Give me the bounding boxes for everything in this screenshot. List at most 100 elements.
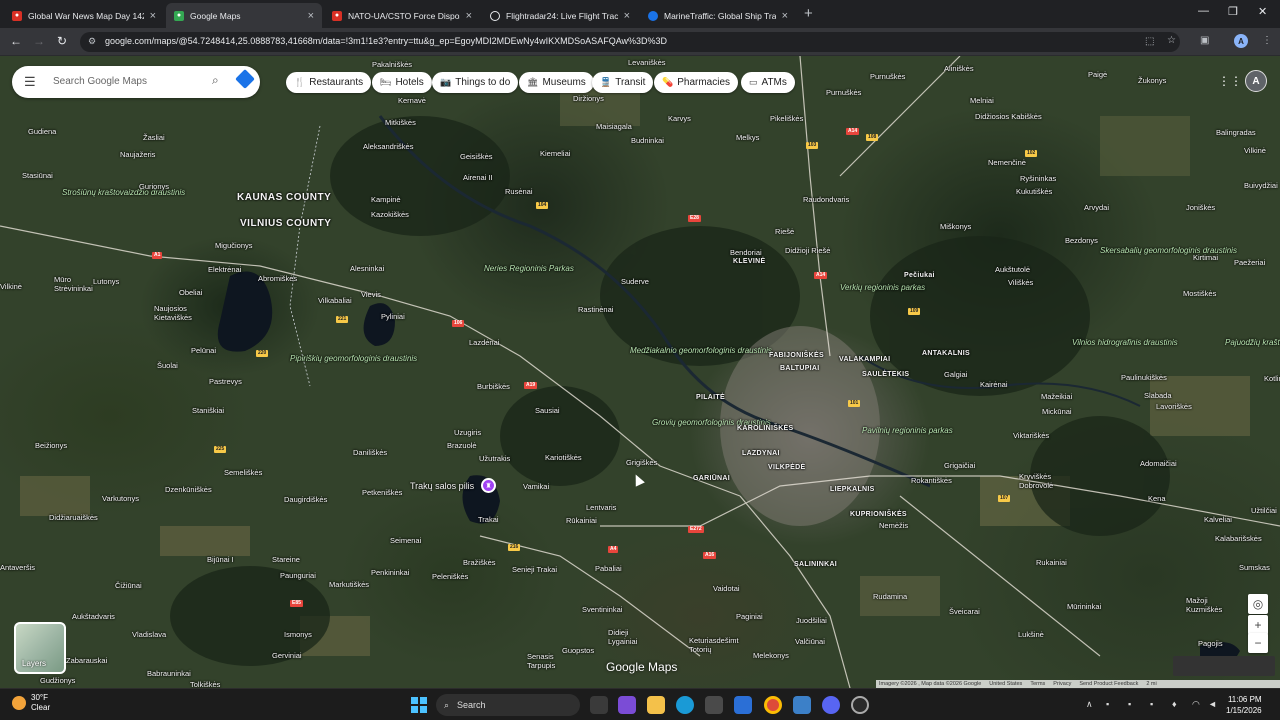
satellite-map-canvas[interactable]: KAUNAS COUNTY VILNIUS COUNTY Strošiūnų k… bbox=[0, 56, 1280, 688]
place-label: Didžiosios Kabiškės bbox=[975, 112, 1042, 121]
directions-icon[interactable] bbox=[235, 69, 255, 89]
place-label: Užtilčiai bbox=[1251, 506, 1277, 515]
place-label: Melkys bbox=[736, 133, 760, 142]
place-label: Pabaliai bbox=[595, 564, 622, 573]
layers-button[interactable]: Layers bbox=[14, 622, 66, 674]
route-shield: E28 bbox=[688, 215, 701, 222]
place-label: Šuolai bbox=[157, 361, 178, 370]
district-label: BALTUPIAI bbox=[780, 365, 820, 372]
place-label: Daniliškės bbox=[353, 448, 388, 457]
bookmark-star-icon[interactable]: ☆ bbox=[1167, 35, 1176, 46]
discord-icon[interactable] bbox=[822, 696, 840, 714]
install-app-icon[interactable]: ⬚ bbox=[1145, 36, 1154, 47]
microphone-icon[interactable]: ♦ bbox=[1172, 699, 1177, 709]
mail-icon[interactable] bbox=[734, 696, 752, 714]
route-shield: A16 bbox=[703, 552, 717, 559]
route-shield: 225 bbox=[214, 446, 227, 453]
layers-label: Layers bbox=[22, 659, 47, 668]
chip-transit[interactable]: 🚆 Transit bbox=[592, 72, 654, 93]
wifi-icon[interactable]: ◠ bbox=[1192, 699, 1200, 710]
place-label: Bijūnai I bbox=[207, 555, 234, 564]
side-panel-icon[interactable]: ▣ bbox=[1200, 35, 1209, 46]
place-pin-icon[interactable]: ♜ bbox=[481, 478, 496, 493]
app-icon[interactable] bbox=[793, 696, 811, 714]
search-input[interactable]: Search Google Maps bbox=[53, 76, 147, 87]
tab-nato-force[interactable]: ● NATO-UA/CSTO Force Dispositi × bbox=[324, 3, 480, 28]
tab-war-news-map[interactable]: ● Global War News Map Day 142 × bbox=[4, 3, 164, 28]
tab-close-icon[interactable]: × bbox=[782, 10, 788, 22]
reload-icon[interactable]: ↻ bbox=[57, 34, 67, 48]
place-label: Lutonys bbox=[93, 277, 120, 286]
map-view-toggle[interactable] bbox=[1173, 656, 1275, 676]
tray-app-icon[interactable]: ▪ bbox=[1106, 699, 1109, 709]
maps-account-avatar[interactable]: A bbox=[1245, 70, 1267, 92]
place-label: Abromiškės bbox=[258, 274, 298, 283]
tab-flightradar[interactable]: Flightradar24: Live Flight Tracke × bbox=[482, 3, 638, 28]
district-label: LAZDYNAI bbox=[742, 450, 780, 457]
place-label: Kryviškės Dobrovolė bbox=[1019, 472, 1054, 490]
forward-icon[interactable]: → bbox=[33, 34, 45, 48]
weather-widget[interactable]: 30°F Clear bbox=[12, 693, 50, 713]
store-icon[interactable] bbox=[705, 696, 723, 714]
search-icon[interactable]: ⌕ bbox=[212, 73, 219, 88]
restore-icon[interactable]: ❐ bbox=[1228, 5, 1238, 18]
screen: ● Global War News Map Day 142 × ● Google… bbox=[0, 0, 1280, 720]
chip-restaurants[interactable]: 🍴 Restaurants bbox=[286, 72, 372, 93]
place-label: Sventininkai bbox=[582, 605, 623, 614]
minimize-icon[interactable]: — bbox=[1198, 5, 1209, 17]
back-icon[interactable]: ← bbox=[10, 34, 22, 48]
place-label: Užutrakis bbox=[479, 454, 511, 463]
place-label: Slabada bbox=[1144, 391, 1172, 400]
tray-app-icon[interactable]: ▪ bbox=[1128, 699, 1131, 709]
place-label: Rastinėnai bbox=[578, 305, 614, 314]
maps-search-box[interactable]: ☰ Search Google Maps ⌕ bbox=[12, 66, 260, 98]
browser-profile-avatar[interactable]: A bbox=[1234, 34, 1248, 48]
tab-close-icon[interactable]: × bbox=[624, 10, 630, 22]
place-label: Kalveliai bbox=[1204, 515, 1232, 524]
site-info-icon[interactable]: ⚙ bbox=[88, 36, 99, 47]
close-window-icon[interactable]: ✕ bbox=[1258, 5, 1267, 18]
place-label: Kena bbox=[1148, 494, 1166, 503]
place-label: Ismonys bbox=[284, 630, 312, 639]
place-label: Mūro Strėvininkai bbox=[54, 275, 93, 293]
place-label: Melniai bbox=[970, 96, 994, 105]
place-label: Beižionys bbox=[35, 441, 68, 450]
browser-menu-icon[interactable]: ⋮ bbox=[1262, 35, 1272, 46]
volume-icon[interactable]: ◄ bbox=[1208, 699, 1217, 709]
chip-things-to-do[interactable]: 📷 Things to do bbox=[432, 72, 519, 93]
chrome-icon[interactable] bbox=[764, 696, 782, 714]
app-icon[interactable] bbox=[851, 696, 869, 714]
place-label: Viliškės bbox=[1008, 278, 1034, 287]
hamburger-menu-icon[interactable]: ☰ bbox=[24, 74, 36, 90]
tab-close-icon[interactable]: × bbox=[466, 10, 472, 22]
chip-hotels[interactable]: 🛏 Hotels bbox=[372, 72, 432, 93]
tab-close-icon[interactable]: × bbox=[150, 10, 156, 22]
place-label: Pastrevys bbox=[209, 377, 242, 386]
chip-atms[interactable]: ▭ ATMs bbox=[741, 72, 795, 93]
chip-pharmacies[interactable]: 💊 Pharmacies bbox=[654, 72, 739, 93]
tab-marinetraffic[interactable]: MarineTraffic: Global Ship Track × bbox=[640, 3, 796, 28]
weather-icon bbox=[12, 696, 26, 710]
tray-app-icon[interactable]: ▪ bbox=[1150, 699, 1153, 709]
task-view-icon[interactable] bbox=[590, 696, 608, 714]
place-label: Semeliškės bbox=[224, 468, 263, 477]
place-label: Naujažeris bbox=[120, 150, 156, 159]
my-location-icon[interactable]: ◎ bbox=[1248, 594, 1268, 614]
taskbar-search[interactable]: ⌕ Search bbox=[436, 694, 580, 716]
tray-overflow-icon[interactable]: ∧ bbox=[1086, 699, 1093, 710]
tab-google-maps[interactable]: ● Google Maps × bbox=[166, 3, 322, 28]
address-bar[interactable]: ⚙ google.com/maps/@54.7248414,25.0888783… bbox=[80, 32, 1180, 52]
copilot-icon[interactable] bbox=[618, 696, 636, 714]
place-label: Purnuškės bbox=[870, 72, 906, 81]
fork-knife-icon: 🍴 bbox=[294, 77, 306, 87]
google-apps-icon[interactable]: ⋮⋮ bbox=[1218, 74, 1242, 88]
file-explorer-icon[interactable] bbox=[647, 696, 665, 714]
chip-museums[interactable]: 🏛 Museums bbox=[519, 72, 594, 93]
tab-close-icon[interactable]: × bbox=[308, 10, 314, 22]
system-clock[interactable]: 11:06 PM 1/15/2026 bbox=[1226, 694, 1262, 716]
new-tab-icon[interactable]: + bbox=[804, 5, 813, 22]
start-button[interactable] bbox=[411, 697, 427, 713]
edge-icon[interactable] bbox=[676, 696, 694, 714]
zoom-out-icon[interactable]: − bbox=[1248, 633, 1268, 653]
zoom-in-icon[interactable]: + bbox=[1248, 615, 1268, 635]
